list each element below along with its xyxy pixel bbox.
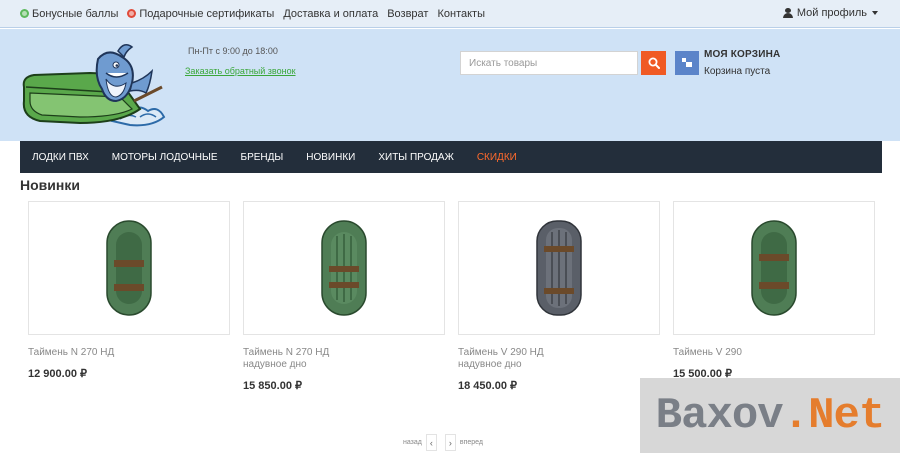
product-card: Таймень V 290 НД надувное дно 18 450.00 …: [458, 201, 660, 392]
callback-link[interactable]: Заказать обратный звонок: [185, 66, 296, 76]
pager-prev-label[interactable]: назад: [403, 439, 422, 446]
product-card: Таймень N 270 НД 12 900.00 ₽: [28, 201, 230, 380]
gift-icon: [127, 9, 137, 18]
pager-prev-button[interactable]: ‹: [425, 434, 437, 451]
gift-certificates-link[interactable]: Подарочные сертификаты: [127, 8, 274, 20]
contacts-link[interactable]: Контакты: [437, 8, 485, 20]
section-title: Новинки: [20, 177, 80, 193]
shark-boat-logo[interactable]: [20, 43, 170, 129]
product-card: Таймень V 290 15 500.00 ₽: [673, 201, 875, 380]
nav-item-boat-motors[interactable]: МОТОРЫ ЛОДОЧНЫЕ: [112, 152, 218, 163]
boat-image: [106, 220, 152, 316]
pagination: назад ‹ › вперед: [403, 434, 483, 451]
nav-item-discounts[interactable]: СКИДКИ: [477, 152, 517, 163]
product-image[interactable]: [28, 201, 230, 335]
chevron-right-icon: ›: [448, 437, 452, 448]
boat-image: [536, 220, 582, 316]
product-name[interactable]: Таймень N 270 НД надувное дно: [243, 347, 443, 371]
search-button[interactable]: [641, 51, 666, 75]
working-hours: Пн-Пт с 9:00 до 18:00: [188, 46, 278, 56]
chevron-down-icon: [872, 11, 878, 15]
watermark: Baxov .Net: [640, 378, 900, 453]
product-name[interactable]: Таймень N 270 НД: [28, 347, 228, 359]
top-bar: Бонусные баллы Подарочные сертификаты До…: [0, 0, 900, 28]
delivery-link[interactable]: Доставка и оплата: [283, 8, 378, 20]
product-name[interactable]: Таймень V 290 НД надувное дно: [458, 347, 658, 371]
product-price: 18 450.00 ₽: [458, 380, 517, 392]
cart-title[interactable]: МОЯ КОРЗИНА: [704, 49, 780, 60]
cart-status: Корзина пуста: [704, 66, 771, 77]
product-image[interactable]: [673, 201, 875, 335]
chevron-left-icon: ‹: [429, 437, 433, 448]
cart-icon[interactable]: [675, 51, 699, 75]
gift-certificates-label: Подарочные сертификаты: [139, 7, 275, 20]
nav-item-brands[interactable]: БРЕНДЫ: [241, 152, 284, 163]
product-image[interactable]: [458, 201, 660, 335]
product-card: Таймень N 270 НД надувное дно 15 850.00 …: [243, 201, 445, 392]
pager-next-button[interactable]: ›: [444, 434, 456, 451]
product-price: 12 900.00 ₽: [28, 368, 87, 380]
profile-label: Мой профиль: [796, 7, 867, 19]
main-navigation: ЛОДКИ ПВХ МОТОРЫ ЛОДОЧНЫЕ БРЕНДЫ НОВИНКИ…: [20, 141, 882, 173]
watermark-part-1: Baxov: [655, 390, 784, 441]
product-name[interactable]: Таймень V 290: [673, 347, 873, 359]
nav-item-bestsellers[interactable]: ХИТЫ ПРОДАЖ: [378, 152, 453, 163]
bonus-points-link[interactable]: Бонусные баллы: [20, 8, 118, 20]
user-icon: [782, 8, 793, 18]
watermark-part-2: .Net: [782, 390, 886, 441]
product-price: 15 850.00 ₽: [243, 380, 302, 392]
nav-item-pvc-boats[interactable]: ЛОДКИ ПВХ: [32, 152, 89, 163]
product-image[interactable]: [243, 201, 445, 335]
pager-next-label[interactable]: вперед: [460, 439, 483, 446]
search-input[interactable]: [460, 51, 638, 75]
profile-menu[interactable]: Мой профиль: [782, 7, 878, 19]
search-icon: [648, 57, 660, 69]
returns-link[interactable]: Возврат: [387, 8, 428, 20]
site-header: Пн-Пт с 9:00 до 18:00 Заказать обратный …: [0, 29, 900, 141]
bonus-points-label: Бонусные баллы: [32, 7, 119, 20]
bonus-icon: [20, 9, 29, 18]
boat-image: [751, 220, 797, 316]
boat-image: [321, 220, 367, 316]
nav-item-new[interactable]: НОВИНКИ: [306, 152, 355, 163]
